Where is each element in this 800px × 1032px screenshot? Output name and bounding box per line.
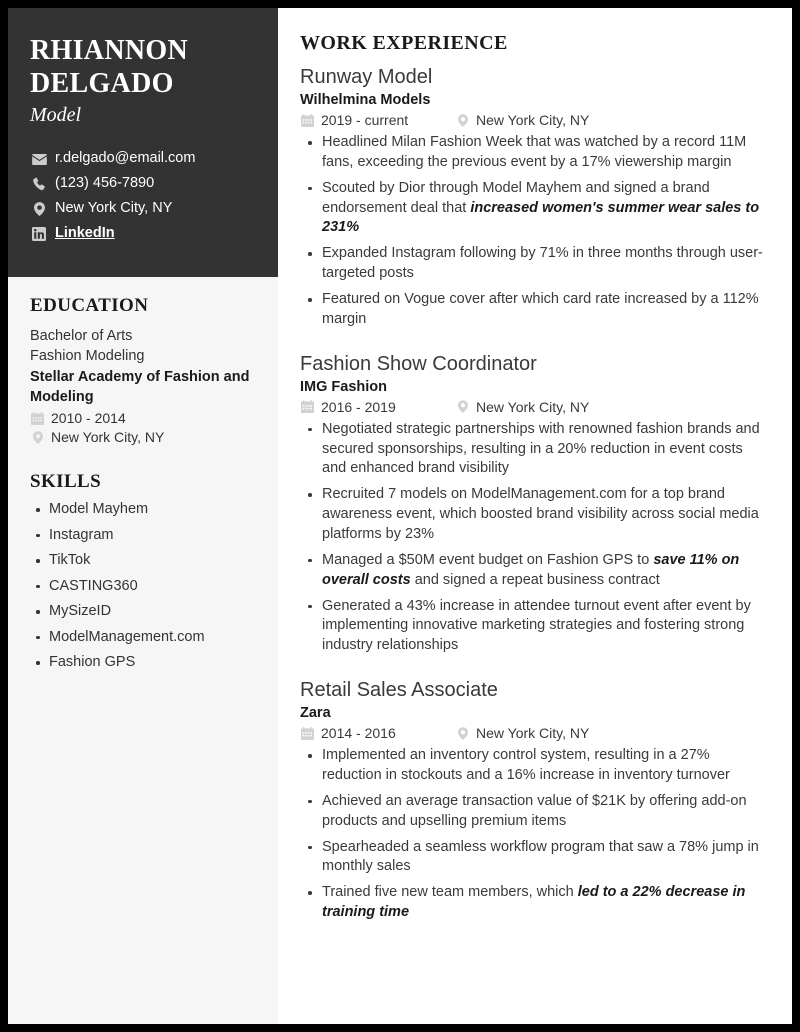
candidate-name: RHIANNON DELGADO	[30, 34, 256, 100]
list-item: Implemented an inventory control system,…	[300, 746, 770, 786]
contact-item-email: r.delgado@email.com	[30, 150, 256, 167]
list-item: Scouted by Dior through Model Mayhem and…	[300, 179, 770, 239]
contact-location-text: New York City, NY	[55, 199, 173, 216]
phone-icon	[30, 177, 48, 191]
calendar-icon	[300, 113, 315, 127]
job-title: Retail Sales Associate	[300, 679, 498, 702]
job-dates: 2019 - current	[300, 112, 455, 128]
location-pin-icon	[30, 202, 48, 216]
location-pin-icon	[30, 430, 45, 444]
contact-phone-text: (123) 456-7890	[55, 175, 155, 191]
main-column: WORK EXPERIENCE Runway Model Wilhelmina M…	[278, 8, 792, 1024]
job-dates: 2014 - 2016	[300, 725, 455, 741]
job-location: New York City, NY	[455, 399, 589, 415]
job-company: Wilhelmina Models	[300, 92, 431, 108]
bullet-highlight: led to a 22% decrease in training time	[322, 884, 746, 921]
list-item: Featured on Vogue cover after which card…	[300, 290, 770, 330]
job-dates: 2016 - 2019	[300, 399, 455, 415]
skills-heading: SKILLS	[30, 471, 102, 493]
education-dates: 2010 - 2014	[30, 410, 256, 426]
bullet-highlight: increased women's summer wear sales to 2…	[322, 199, 760, 236]
education-location: New York City, NY	[30, 429, 256, 445]
contact-linkedin-link[interactable]: LinkedIn	[55, 225, 115, 242]
job-dates-text: 2019 - current	[321, 112, 409, 128]
calendar-icon	[30, 411, 45, 425]
contact-list: r.delgado@email.com (123) 456-7890 New Y…	[30, 150, 256, 242]
contact-email-text: r.delgado@email.com	[55, 150, 196, 167]
contact-item-linkedin[interactable]: LinkedIn	[30, 225, 256, 242]
education-school: Stellar Academy of Fashion and Modeling	[30, 368, 250, 405]
education-location-text: New York City, NY	[51, 429, 165, 446]
education-degree: Bachelor of Arts	[30, 327, 133, 344]
job-entry: Fashion Show Coordinator IMG Fashion 2016 …	[300, 352, 770, 656]
skills-section: SKILLS Model Mayhem Instagram TikTok CAS…	[30, 471, 256, 670]
contact-item-phone: (123) 456-7890	[30, 175, 256, 192]
list-item: Model Mayhem	[30, 502, 256, 517]
location-pin-icon	[455, 726, 470, 740]
education-section: EDUCATION Bachelor of Arts Fashion Model…	[30, 295, 256, 445]
list-item: Expanded Instagram following by 71% in t…	[300, 244, 770, 284]
list-item: TikTok	[30, 553, 256, 568]
calendar-icon	[300, 400, 315, 414]
candidate-role: Model	[30, 104, 82, 127]
list-item: Trained five new team members, which led…	[300, 883, 770, 923]
job-location-text: New York City, NY	[476, 725, 590, 742]
sidebar-body: EDUCATION Bachelor of Arts Fashion Model…	[8, 277, 278, 670]
candidate-name-line1: RHIANNON	[30, 35, 188, 66]
sidebar-header: RHIANNON DELGADO Model r.delgado@email.c…	[8, 8, 278, 277]
envelope-icon	[30, 153, 48, 165]
job-title: Fashion Show Coordinator	[300, 352, 537, 375]
location-pin-icon	[455, 400, 470, 413]
list-item: Headlined Milan Fashion Week that was wa…	[300, 133, 770, 173]
job-dates-text: 2016 - 2019	[321, 398, 396, 415]
list-item: ModelManagement.com	[30, 630, 256, 645]
linkedin-icon	[30, 226, 48, 241]
job-company: Zara	[300, 705, 331, 722]
job-location: New York City, NY	[455, 112, 589, 128]
location-pin-icon	[455, 113, 470, 127]
list-item: Generated a 43% increase in attendee tur…	[300, 597, 770, 657]
list-item: Achieved an average transaction value of…	[300, 792, 770, 832]
job-bullet-list: Implemented an inventory control system,…	[300, 746, 770, 923]
list-item: MySizeID	[30, 604, 256, 619]
resume-page: RHIANNON DELGADO Model r.delgado@email.c…	[8, 8, 792, 1024]
list-item: CASTING360	[30, 579, 256, 594]
job-location: New York City, NY	[455, 725, 589, 741]
job-location-text: New York City, NY	[476, 398, 590, 415]
list-item: Spearheaded a seamless workflow program …	[300, 838, 770, 878]
education-dates-text: 2010 - 2014	[51, 410, 126, 427]
job-meta: 2019 - current New York City, NY	[300, 112, 770, 128]
job-bullet-list: Headlined Milan Fashion Week that was wa…	[300, 133, 770, 330]
job-entry: Runway Model Wilhelmina Models 2019 - curr…	[300, 65, 770, 330]
contact-item-location: New York City, NY	[30, 199, 256, 217]
work-experience-heading: WORK EXPERIENCE	[300, 32, 508, 54]
list-item: Negotiated strategic partnerships with r…	[300, 420, 770, 480]
job-dates-text: 2014 - 2016	[321, 725, 396, 742]
job-list: Runway Model Wilhelmina Models 2019 - curr…	[300, 65, 770, 923]
job-location-text: New York City, NY	[476, 112, 590, 128]
job-bullet-list: Negotiated strategic partnerships with r…	[300, 420, 770, 656]
bullet-highlight: save 11% on overall costs	[322, 551, 740, 588]
calendar-icon	[300, 726, 315, 740]
education-heading: EDUCATION	[30, 294, 149, 316]
job-company: IMG Fashion	[300, 378, 387, 395]
sidebar: RHIANNON DELGADO Model r.delgado@email.c…	[8, 8, 278, 1024]
list-item: Managed a $50M event budget on Fashion G…	[300, 551, 770, 591]
list-item: Fashion GPS	[30, 655, 256, 670]
education-field: Fashion Modeling	[30, 348, 145, 365]
job-meta: 2016 - 2019 New York City, NY	[300, 399, 770, 415]
list-item: Recruited 7 models on ModelManagement.co…	[300, 485, 770, 545]
job-meta: 2014 - 2016 New York City, NY	[300, 725, 770, 741]
list-item: Instagram	[30, 528, 256, 543]
candidate-name-line2: DELGADO	[30, 68, 174, 100]
skills-list: Model Mayhem Instagram TikTok CASTING360…	[30, 502, 256, 670]
job-entry: Retail Sales Associate Zara 2014 - 2016 New…	[300, 678, 770, 923]
job-title: Runway Model	[300, 66, 433, 88]
